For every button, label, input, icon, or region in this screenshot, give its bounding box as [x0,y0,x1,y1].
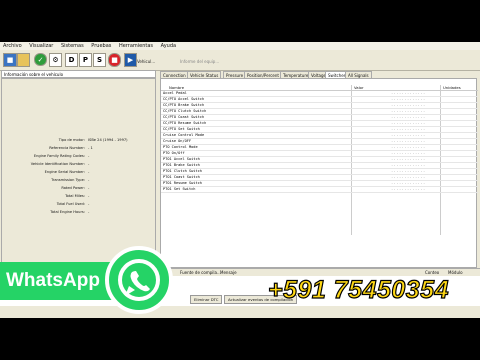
info-value: ISBe 24 (1994 - 1997) [88,138,128,142]
folder-icon[interactable] [17,53,30,67]
signal-name: Accel Pedal [163,91,187,95]
menu-bar: Archivo Visualizar Sistemas Pruebas Herr… [0,42,480,50]
signal-name: PTO1 Set Switch [163,187,196,191]
signal-name: PTO1 Brake Switch [163,163,200,167]
info-label: Total Fuel Used: [56,202,85,206]
column-header-units[interactable]: Unidades [443,85,461,90]
signal-value: ............. [391,187,426,191]
signal-name: CC/PTO Resume Switch [163,121,207,125]
signal-name: PTO Control Mode [163,145,198,149]
info-row: Total Fuel Used: - [2,201,157,207]
info-row: Vehicle Identification Number: - [2,161,157,167]
signal-value: ............. [391,175,426,179]
signal-name: CC/PTO Clutch Switch [163,109,207,113]
signal-name: CC/PTO Coast Switch [163,115,205,119]
tab-strip: Connection Vehicle Status Pressure Posit… [160,71,480,79]
truck-icon[interactable]: ■ [3,53,17,67]
letterbox-bottom [0,318,480,360]
info-value: - [88,154,90,158]
info-value: - [88,162,90,166]
signal-value: ............. [391,97,426,101]
menu-archivo[interactable]: Archivo [3,43,22,49]
info-value: - [88,178,90,182]
info-value: - [88,186,90,190]
column-header-value[interactable]: Valor [354,85,364,90]
info-value: - 1 [88,146,93,150]
signal-name: Cruise Control Mode [163,133,205,137]
signal-name: Cruise On/OFF [163,139,192,143]
check-icon[interactable]: ✓ [34,53,47,66]
info-value: - [88,170,90,174]
menu-visualizar[interactable]: Visualizar [29,43,53,49]
signal-name: CC/PTO Accel Switch [163,97,205,101]
toolbar: ■ ✓ ⚙ D P S ■ ▶ Vehicul... Informe del e… [0,50,480,71]
whatsapp-logo [105,246,173,314]
info-label: Total Miles: [65,194,85,198]
info-label: Total Engine Hours: [50,210,85,214]
info-row: Rated Power: - [2,185,157,191]
signal-value: ............. [391,115,426,119]
info-label: Tipo de motor: [58,138,85,142]
vehicle-icon[interactable]: ▶ [124,53,137,67]
menu-sistemas[interactable]: Sistemas [61,43,84,49]
info-label: Transmission Type: [51,178,85,182]
vehicle-info-title: Información sobre el vehículo [1,70,156,78]
signals-grid: Nombre Valor Unidades Accel Pedal.......… [160,78,478,268]
info-label: Vehicle Identification Number: [30,162,85,166]
stop-icon[interactable]: ■ [108,53,121,67]
info-row: Tipo de motor: ISBe 24 (1994 - 1997) [2,137,157,143]
phone-icon [118,259,160,301]
signal-name: PTO1 Accel Switch [163,157,200,161]
column-header-name[interactable]: Nombre [169,85,184,90]
info-label: Referencia Number: [49,146,85,150]
info-value: - [88,194,90,198]
vehicle-label[interactable]: Vehicul... [137,59,155,64]
signal-name: PTO1 Clutch Switch [163,169,202,173]
menu-herramientas[interactable]: Herramientas [119,43,153,49]
report-label[interactable]: Informe del equip... [180,59,219,64]
menu-pruebas[interactable]: Pruebas [91,43,111,49]
signal-value: ............. [391,151,426,155]
signal-name: PTO1 Coast Switch [163,175,200,179]
toolbar-p-button[interactable]: P [79,53,92,67]
info-label: Engine Serial Number: [44,170,85,174]
signal-value: ............. [391,157,426,161]
info-row: Transmission Type: - [2,177,157,183]
signal-value: ............. [391,91,426,95]
table-row[interactable]: PTO1 Set Switch............. [161,187,478,193]
menu-ayuda[interactable]: Ayuda [161,43,176,49]
signal-value: ............. [391,145,426,149]
info-row: Total Engine Hours: - [2,209,157,215]
info-label: Rated Power: [61,186,85,190]
signal-name: PTO1 Resume Switch [163,181,202,185]
info-row: Engine Serial Number: - [2,169,157,175]
signal-value: ............. [391,139,426,143]
info-value: - [88,210,90,214]
info-value: - [88,202,90,206]
whatsapp-brand-text: WhatsApp [6,270,100,291]
info-row: Engine Family Rating Codes: - [2,153,157,159]
signal-name: CC/PTO Brake Switch [163,103,205,107]
signal-value: ............. [391,163,426,167]
signal-value: ............. [391,127,426,131]
phone-number: +591 75450354 [267,275,449,304]
signal-value: ............. [391,169,426,173]
toolbar-d-button[interactable]: D [65,53,78,67]
info-row: Total Miles: - [2,193,157,199]
toolbar-s-button[interactable]: S [93,53,106,67]
signal-name: CC/PTO Set Switch [163,127,200,131]
signal-name: PTO On/Off [163,151,185,155]
signal-value: ............. [391,133,426,137]
signal-value: ............. [391,121,426,125]
info-label: Engine Family Rating Codes: [33,154,85,158]
signal-value: ............. [391,181,426,185]
gear-icon[interactable]: ⚙ [49,53,62,67]
info-row: Referencia Number: - 1 [2,145,157,151]
vehicle-info-panel: Tipo de motor: ISBe 24 (1994 - 1997) Refe… [1,78,156,268]
clear-dtc-button[interactable]: Eliminar DTC [190,295,223,304]
signal-value: ............. [391,109,426,113]
signal-value: ............. [391,103,426,107]
